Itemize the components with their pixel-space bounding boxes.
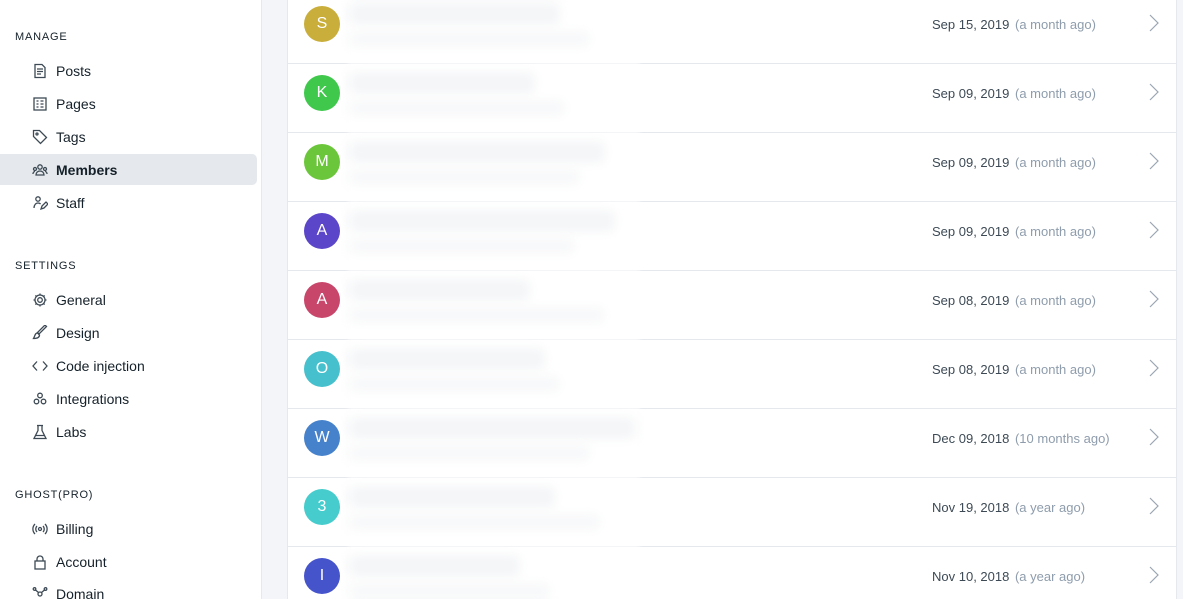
member-name-redacted (350, 486, 555, 508)
sidebar-item-label: Integrations (56, 390, 130, 407)
sidebar-item-account[interactable]: Account (0, 546, 257, 577)
sidebar-item-label: Posts (56, 62, 92, 79)
chevron-right-icon (1146, 565, 1162, 585)
billing-icon (31, 520, 49, 538)
sidebar-item-label: Labs (56, 423, 87, 440)
member-name-redacted (350, 141, 605, 163)
member-created-date: Sep 08, 2019 (a month ago) (932, 362, 1096, 377)
avatar: 3 (304, 489, 340, 525)
member-email-redacted (350, 445, 590, 461)
avatar: M (304, 144, 340, 180)
member-email-redacted (350, 238, 575, 254)
member-row[interactable]: W Dec 09, 2018 (10 months ago) (288, 409, 1176, 478)
member-row[interactable]: O Sep 08, 2019 (a month ago) (288, 340, 1176, 409)
member-email-redacted (350, 31, 590, 47)
pages-icon (31, 95, 49, 113)
member-row[interactable]: 3 Nov 19, 2018 (a year ago) (288, 478, 1176, 547)
chevron-right-icon (1146, 151, 1162, 171)
member-created-date: Sep 09, 2019 (a month ago) (932, 224, 1096, 239)
member-email-redacted (350, 376, 560, 392)
member-name-redacted (350, 348, 545, 370)
sidebar-item-staff[interactable]: Staff (0, 187, 257, 218)
sidebar-item-label: Code injection (56, 357, 145, 374)
sidebar-item-labs[interactable]: Labs (0, 416, 257, 447)
sidebar-item-label: Staff (56, 194, 85, 211)
member-email-redacted (350, 169, 580, 185)
chevron-right-icon (1146, 358, 1162, 378)
chevron-right-icon (1146, 220, 1162, 240)
staff-icon (31, 194, 49, 212)
chevron-right-icon (1146, 13, 1162, 33)
members-list: S Sep 15, 2019 (a month ago) K Sep 09, 2… (287, 0, 1177, 599)
member-name-redacted (350, 417, 635, 439)
member-email-redacted (350, 514, 600, 530)
avatar: W (304, 420, 340, 456)
sidebar-item-pages[interactable]: Pages (0, 88, 257, 119)
member-name-redacted (350, 210, 615, 232)
gear-icon (31, 291, 49, 309)
flask-icon (31, 423, 49, 441)
avatar: K (304, 75, 340, 111)
member-created-date: Sep 08, 2019 (a month ago) (932, 293, 1096, 308)
member-email-redacted (350, 100, 565, 116)
member-name-redacted (350, 279, 530, 301)
sidebar-item-domain[interactable]: Domain (0, 578, 257, 599)
section-title-settings: SETTINGS (15, 260, 77, 272)
member-created-date: Sep 09, 2019 (a month ago) (932, 86, 1096, 101)
lock-icon (31, 553, 49, 571)
member-row[interactable]: A Sep 09, 2019 (a month ago) (288, 202, 1176, 271)
brush-icon (31, 324, 49, 342)
tags-icon (31, 128, 49, 146)
domain-icon (31, 585, 49, 599)
member-name-redacted (350, 555, 520, 577)
member-created-date: Nov 19, 2018 (a year ago) (932, 500, 1086, 515)
member-row[interactable]: S Sep 15, 2019 (a month ago) (288, 0, 1176, 64)
section-title-manage: MANAGE (15, 31, 68, 43)
sidebar-item-billing[interactable]: Billing (0, 513, 257, 544)
sidebar-item-tags[interactable]: Tags (0, 121, 257, 152)
sidebar-item-posts[interactable]: Posts (0, 55, 257, 86)
sidebar-item-label: Members (56, 161, 118, 178)
avatar: A (304, 213, 340, 249)
member-row[interactable]: K Sep 09, 2019 (a month ago) (288, 64, 1176, 133)
avatar: S (304, 6, 340, 42)
sidebar-item-integrations[interactable]: Integrations (0, 383, 257, 414)
sidebar-item-label: Account (56, 553, 107, 570)
member-email-redacted (350, 307, 605, 323)
member-created-date: Sep 15, 2019 (a month ago) (932, 17, 1096, 32)
member-name-redacted (350, 72, 535, 94)
sidebar: MANAGE Posts Pages Tags Members Staff SE… (0, 0, 262, 599)
sidebar-item-label: Tags (56, 128, 86, 145)
members-icon (31, 161, 49, 179)
sidebar-item-members[interactable]: Members (0, 154, 257, 185)
chevron-right-icon (1146, 82, 1162, 102)
integrations-icon (31, 390, 49, 408)
member-name-redacted (350, 3, 560, 25)
sidebar-item-label: Domain (56, 585, 105, 599)
chevron-right-icon (1146, 289, 1162, 309)
code-icon (31, 357, 49, 375)
member-created-date: Dec 09, 2018 (10 months ago) (932, 431, 1110, 446)
member-created-date: Nov 10, 2018 (a year ago) (932, 569, 1086, 584)
member-row[interactable]: M Sep 09, 2019 (a month ago) (288, 133, 1176, 202)
member-row[interactable]: I Nov 10, 2018 (a year ago) (288, 547, 1176, 599)
sidebar-item-label: Billing (56, 520, 94, 537)
member-email-redacted (350, 583, 550, 599)
chevron-right-icon (1146, 427, 1162, 447)
sidebar-item-label: Design (56, 324, 100, 341)
member-created-date: Sep 09, 2019 (a month ago) (932, 155, 1096, 170)
avatar: O (304, 351, 340, 387)
section-title-ghost-pro: GHOST(PRO) (15, 489, 94, 501)
avatar: A (304, 282, 340, 318)
sidebar-item-code-injection[interactable]: Code injection (0, 350, 257, 381)
chevron-right-icon (1146, 496, 1162, 516)
posts-icon (31, 62, 49, 80)
sidebar-item-design[interactable]: Design (0, 317, 257, 348)
member-row[interactable]: A Sep 08, 2019 (a month ago) (288, 271, 1176, 340)
sidebar-item-general[interactable]: General (0, 284, 257, 315)
sidebar-item-label: Pages (56, 95, 96, 112)
avatar: I (304, 558, 340, 594)
sidebar-item-label: General (56, 291, 106, 308)
